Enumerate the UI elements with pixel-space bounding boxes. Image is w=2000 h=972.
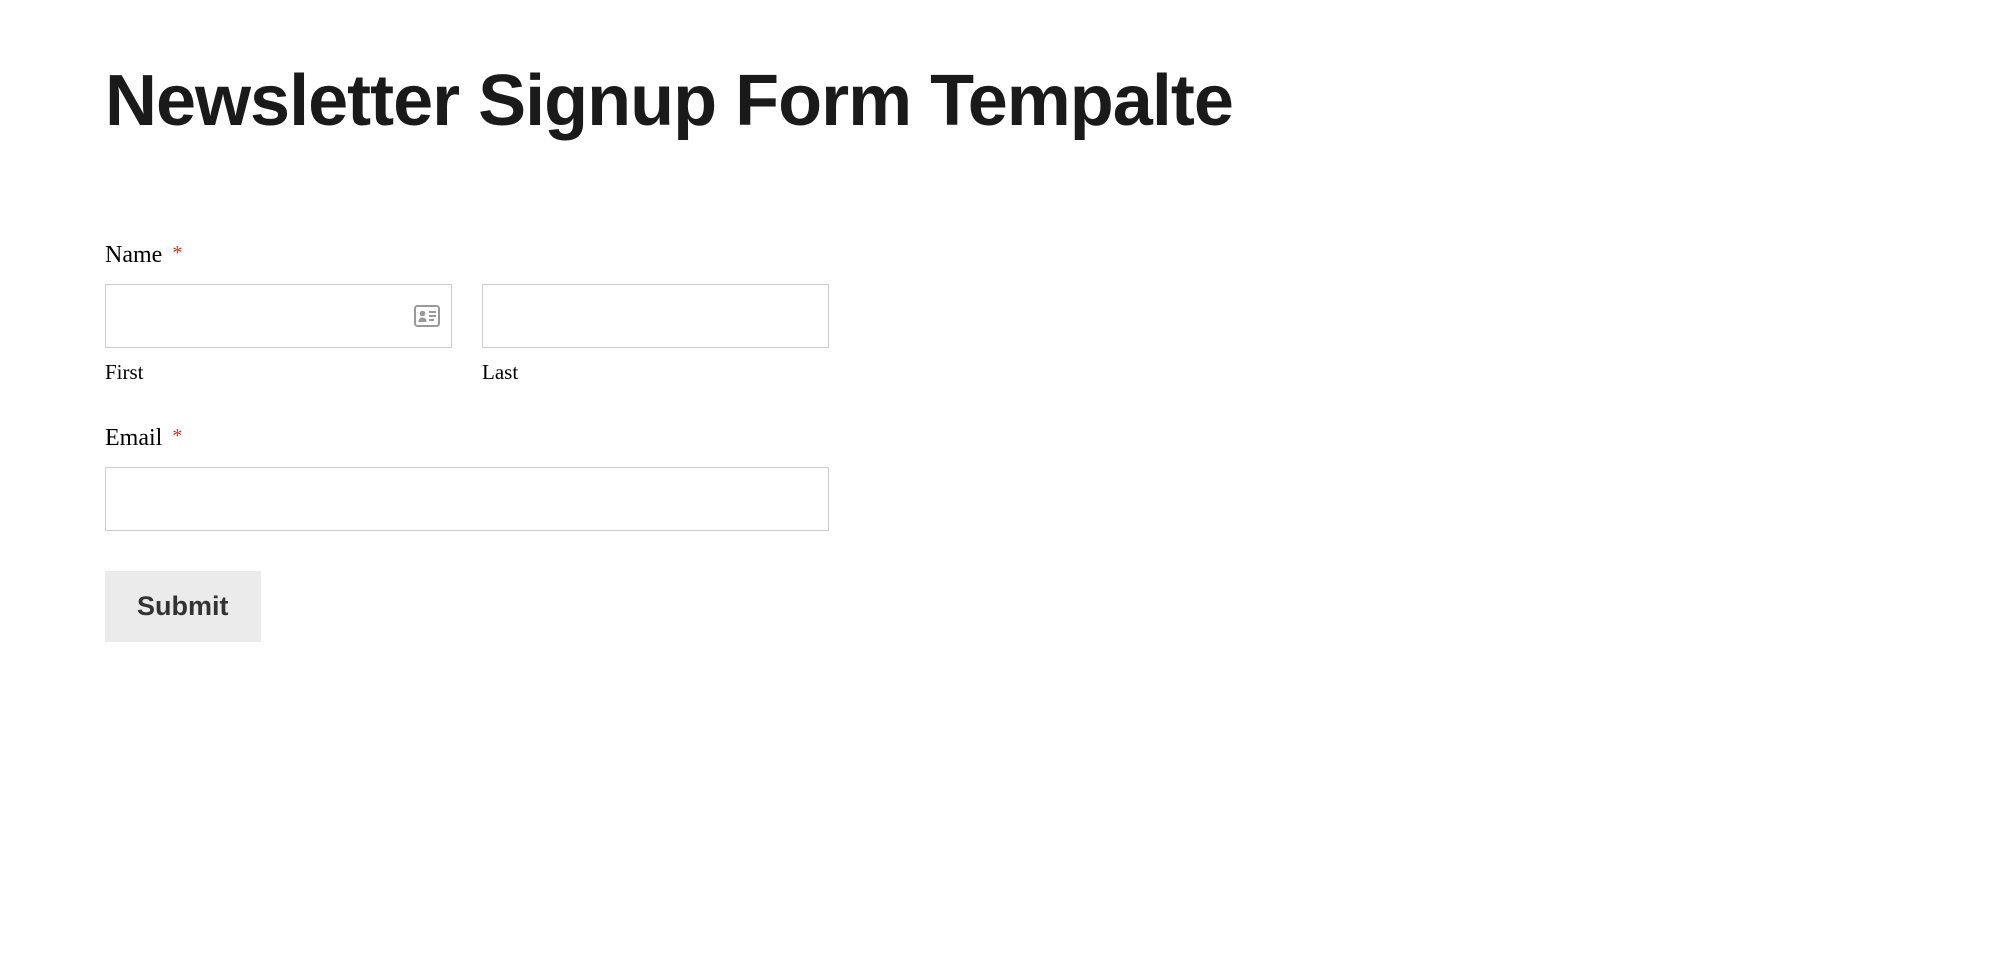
name-row: First Last bbox=[105, 284, 829, 385]
id-badge-icon bbox=[414, 305, 440, 327]
required-indicator: * bbox=[172, 425, 182, 447]
page-title: Newsletter Signup Form Tempalte bbox=[105, 60, 1895, 142]
last-name-column: Last bbox=[482, 284, 829, 385]
last-name-wrapper bbox=[482, 284, 829, 348]
name-field-group: Name * bbox=[105, 242, 829, 385]
signup-form: Name * bbox=[105, 242, 829, 642]
last-name-input[interactable] bbox=[482, 284, 829, 348]
first-name-input[interactable] bbox=[105, 284, 452, 348]
last-name-sublabel: Last bbox=[482, 360, 829, 385]
first-name-sublabel: First bbox=[105, 360, 452, 385]
first-name-wrapper bbox=[105, 284, 452, 348]
required-indicator: * bbox=[172, 242, 182, 264]
name-label: Name * bbox=[105, 242, 829, 269]
first-name-column: First bbox=[105, 284, 452, 385]
email-label-text: Email bbox=[105, 425, 162, 451]
email-label: Email * bbox=[105, 425, 829, 452]
email-input[interactable] bbox=[105, 467, 829, 531]
submit-button[interactable]: Submit bbox=[105, 571, 261, 642]
name-label-text: Name bbox=[105, 242, 162, 268]
email-field-group: Email * bbox=[105, 425, 829, 531]
